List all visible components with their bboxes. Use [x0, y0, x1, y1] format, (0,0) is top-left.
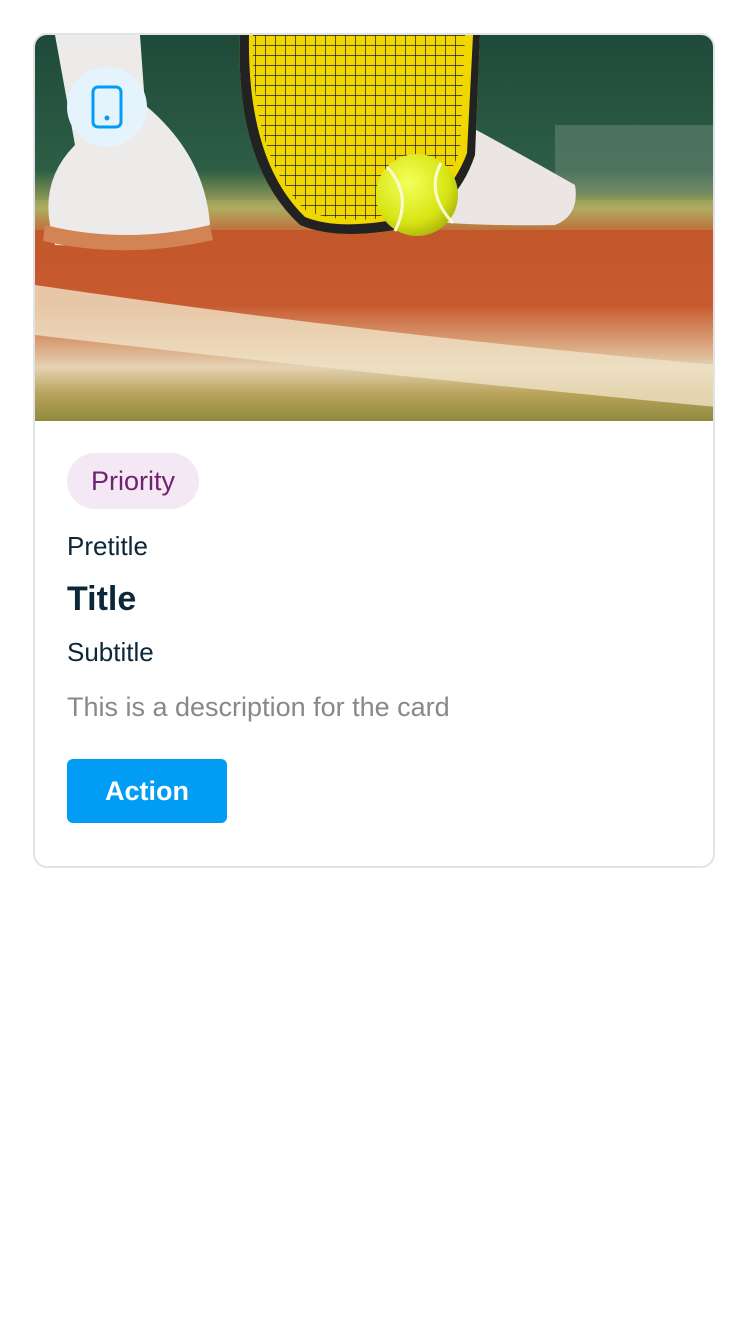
card-description: This is a description for the card [67, 692, 450, 722]
card-subtitle: Subtitle [67, 637, 154, 667]
media-card: Priority Pretitle Title Subtitle This is… [33, 33, 715, 868]
mobile-device-icon [67, 67, 147, 147]
priority-tag: Priority [67, 453, 200, 509]
card-title: Title [67, 580, 137, 618]
card-body: Priority Pretitle Title Subtitle This is… [67, 453, 681, 823]
card-media-image [35, 35, 713, 421]
card-pretitle: Pretitle [67, 531, 148, 561]
action-button[interactable]: Action [67, 759, 227, 823]
